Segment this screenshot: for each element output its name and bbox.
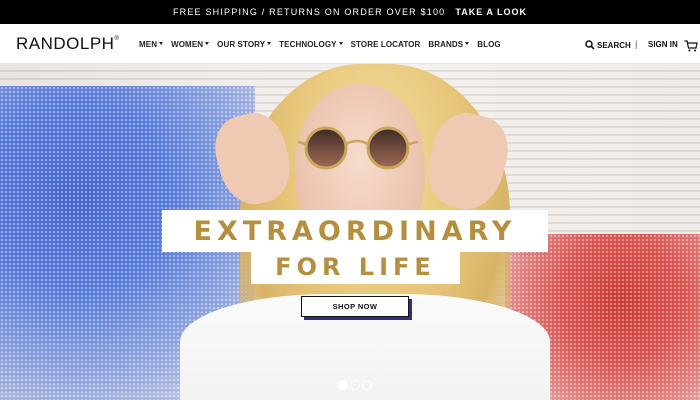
nav-label: STORE LOCATOR xyxy=(350,40,421,49)
chevron-down-icon xyxy=(267,42,272,46)
hero-headline-line-1: EXTRAORDINARY xyxy=(162,210,548,252)
brand-logo[interactable]: RANDOLPH® xyxy=(16,34,119,54)
hero-headline-line-2: FOR LIFE xyxy=(251,250,460,284)
nav-item-brands[interactable]: BRANDS xyxy=(428,40,470,49)
promo-bar: FREE SHIPPING / RETURNS ON ORDER OVER $1… xyxy=(0,0,700,24)
nav-label: BRANDS xyxy=(428,40,464,49)
nav-item-women[interactable]: WOMEN xyxy=(171,40,210,49)
cart-icon xyxy=(684,40,698,52)
cart-button[interactable] xyxy=(684,39,698,57)
nav-item-men[interactable]: MEN xyxy=(139,40,164,49)
header-divider: | xyxy=(635,39,638,49)
search-label: SEARCH xyxy=(597,40,631,50)
nav-label: WOMEN xyxy=(171,40,204,49)
carousel-dot-2[interactable] xyxy=(350,380,360,390)
nav-item-store-locator[interactable]: STORE LOCATOR xyxy=(351,40,421,49)
promo-text: FREE SHIPPING / RETURNS ON ORDER OVER $1… xyxy=(172,7,446,17)
main-nav: MEN WOMEN OUR STORY TECHNOLOGY STORE LOC… xyxy=(139,40,501,49)
chevron-down-icon xyxy=(465,42,470,46)
search-button[interactable]: SEARCH xyxy=(585,40,631,50)
carousel-dot-1[interactable] xyxy=(338,380,348,390)
sunglasses-image xyxy=(298,126,418,170)
carousel-dot-3[interactable] xyxy=(362,380,372,390)
logo-text: RANDOLPH xyxy=(16,34,115,53)
nav-item-blog[interactable]: BLOG xyxy=(477,40,501,49)
sign-in-link[interactable]: SIGN IN xyxy=(648,40,678,49)
chevron-down-icon xyxy=(159,42,164,46)
nav-item-our-story[interactable]: OUR STORY xyxy=(217,40,272,49)
nav-item-technology[interactable]: TECHNOLOGY xyxy=(279,40,343,49)
registered-mark: ® xyxy=(114,36,120,42)
search-icon xyxy=(585,40,595,50)
carousel-indicators xyxy=(338,380,372,390)
site-header: RANDOLPH® MEN WOMEN OUR STORY TECHNOLOGY… xyxy=(0,24,700,64)
nav-label: OUR STORY xyxy=(217,40,266,49)
shop-now-button[interactable]: SHOP NOW xyxy=(301,296,409,317)
chevron-down-icon xyxy=(205,42,210,46)
promo-cta-link[interactable]: TAKE A LOOK xyxy=(455,7,527,17)
nav-label: TECHNOLOGY xyxy=(279,40,337,49)
chevron-down-icon xyxy=(338,42,343,46)
nav-label: BLOG xyxy=(477,40,501,49)
nav-label: MEN xyxy=(139,40,158,49)
hero-banner: EXTRAORDINARY FOR LIFE SHOP NOW xyxy=(0,64,700,400)
